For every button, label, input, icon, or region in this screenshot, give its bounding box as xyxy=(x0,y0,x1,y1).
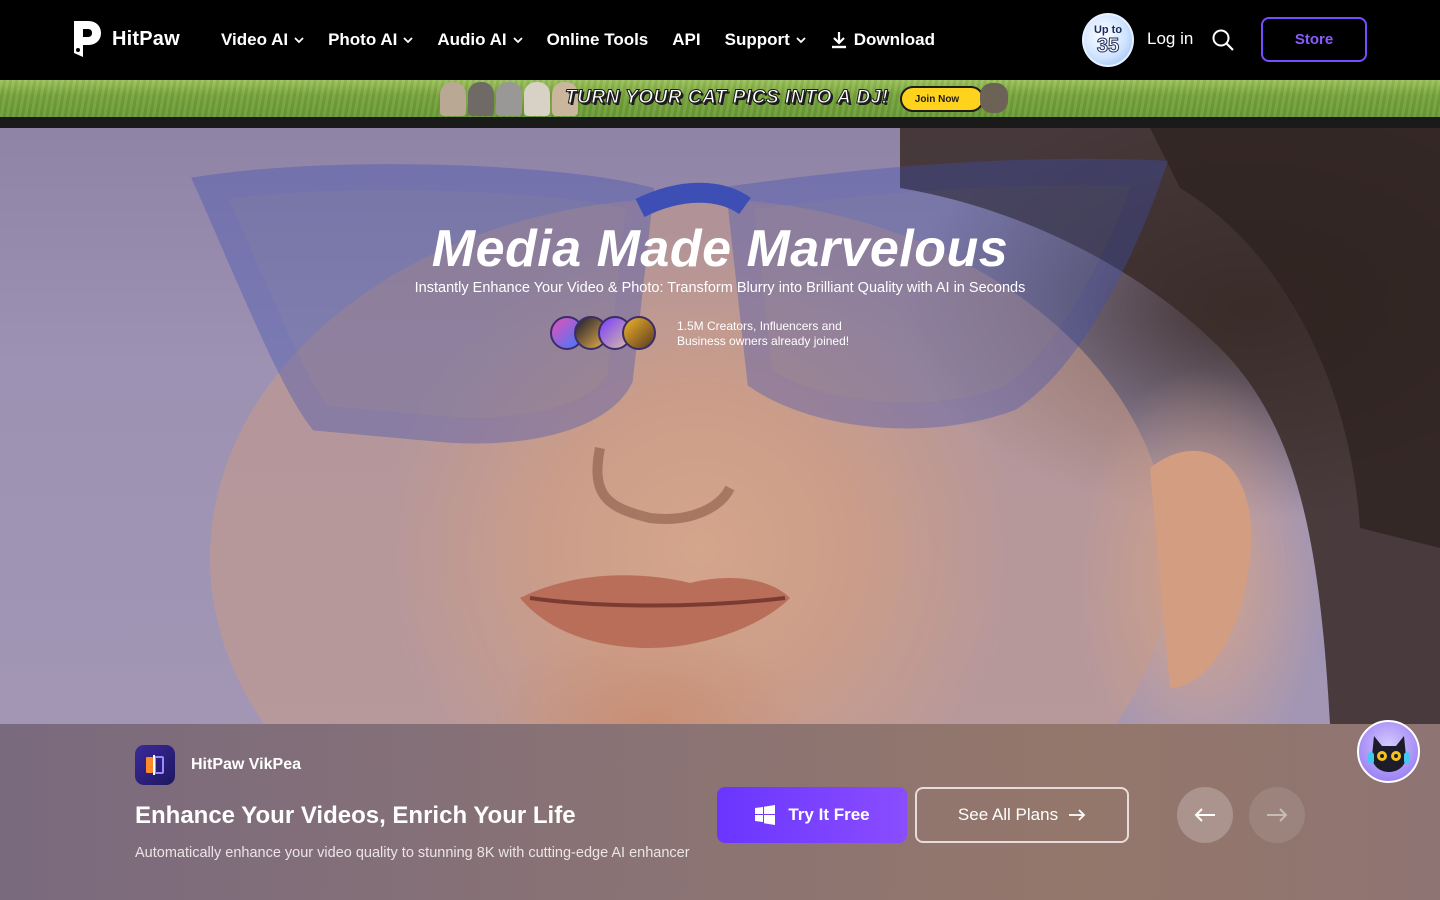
carousel-next-button[interactable] xyxy=(1249,787,1305,843)
menu-photo-ai[interactable]: Photo AI xyxy=(328,30,413,50)
try-label: Try It Free xyxy=(788,805,870,824)
promo-up-text: Up to xyxy=(1093,23,1123,36)
banner-divider xyxy=(0,117,1440,128)
social-proof-line: 1.5M Creators, Influencers and xyxy=(677,319,842,333)
see-all-plans-button[interactable]: See All Plans xyxy=(915,787,1129,843)
download-label: Download xyxy=(853,30,935,49)
creator-avatars xyxy=(550,316,656,350)
discount-badge[interactable]: Up to 35 xyxy=(1082,13,1134,67)
product-header: HitPaw VikPea xyxy=(135,745,301,785)
panel-title: Enhance Your Videos, Enrich Your Life xyxy=(135,802,576,829)
menu-label: Audio AI xyxy=(437,30,507,49)
main-menu: Video AI Photo AI Audio AI Online Tools … xyxy=(221,0,935,80)
brand-logo[interactable]: HitPaw xyxy=(72,19,180,59)
hitpaw-logo-icon xyxy=(74,21,101,57)
menu-support[interactable]: Support xyxy=(725,30,806,50)
hero-section: Media Made Marvelous Instantly Enhance Y… xyxy=(0,128,1440,724)
menu-label: Online Tools xyxy=(546,30,649,49)
hero-title: Media Made Marvelous xyxy=(431,220,1009,278)
try-it-free-button[interactable]: Try It Free xyxy=(717,787,907,843)
top-navigation: HitPaw Video AI Photo AI Audio AI Online… xyxy=(0,0,1440,80)
menu-label: Photo AI xyxy=(328,30,398,49)
chevron-down-icon xyxy=(512,37,523,44)
menu-label: Support xyxy=(724,30,790,49)
login-link[interactable]: Log in xyxy=(1147,29,1193,49)
menu-video-ai[interactable]: Video AI xyxy=(221,30,304,50)
product-name: HitPaw VikPea xyxy=(191,756,301,773)
arrow-right-icon xyxy=(1267,808,1288,822)
arrow-left-icon xyxy=(1194,808,1215,822)
download-icon xyxy=(831,32,846,49)
banner-text: TURN YOUR CAT PICS INTO A DJ! xyxy=(564,87,889,109)
hero-subtitle: Instantly Enhance Your Video & Photo: Tr… xyxy=(414,280,1026,296)
brand-name: HitPaw xyxy=(112,27,180,50)
promo-banner[interactable]: TURN YOUR CAT PICS INTO A DJ! Join Now xyxy=(0,80,1440,117)
carousel-prev-button[interactable] xyxy=(1177,787,1233,843)
panel-description: Automatically enhance your video quality… xyxy=(135,845,690,861)
hero-background-image xyxy=(191,128,1440,724)
plans-label: See All Plans xyxy=(957,805,1059,824)
arrow-right-icon xyxy=(1069,809,1086,821)
menu-audio-ai[interactable]: Audio AI xyxy=(437,30,523,50)
windows-icon xyxy=(755,805,776,825)
cat-mascot-icon xyxy=(1367,735,1410,772)
chat-mascot-button[interactable] xyxy=(1357,720,1420,783)
chevron-down-icon xyxy=(403,37,413,44)
social-proof-text: 1.5M Creators, Influencers and Business … xyxy=(677,319,849,349)
promo-number: 35 xyxy=(1096,34,1120,57)
social-proof-line: Business owners already joined! xyxy=(677,334,850,348)
menu-label: Video AI xyxy=(221,30,289,49)
banner-cat-image xyxy=(980,83,1008,113)
menu-online-tools[interactable]: Online Tools xyxy=(547,30,649,50)
vikpea-app-icon xyxy=(135,745,175,785)
menu-api[interactable]: API xyxy=(672,30,700,50)
store-button[interactable]: Store xyxy=(1261,17,1367,62)
banner-cats-image xyxy=(440,82,578,116)
join-now-button[interactable]: Join Now xyxy=(900,86,984,112)
menu-label: API xyxy=(672,30,701,49)
search-icon[interactable] xyxy=(1211,28,1235,52)
download-link[interactable]: Download xyxy=(830,30,935,50)
avatar xyxy=(622,316,656,350)
chevron-down-icon xyxy=(294,37,304,44)
product-panel: HitPaw VikPea Enhance Your Videos, Enric… xyxy=(0,724,1440,900)
chevron-down-icon xyxy=(796,37,806,44)
